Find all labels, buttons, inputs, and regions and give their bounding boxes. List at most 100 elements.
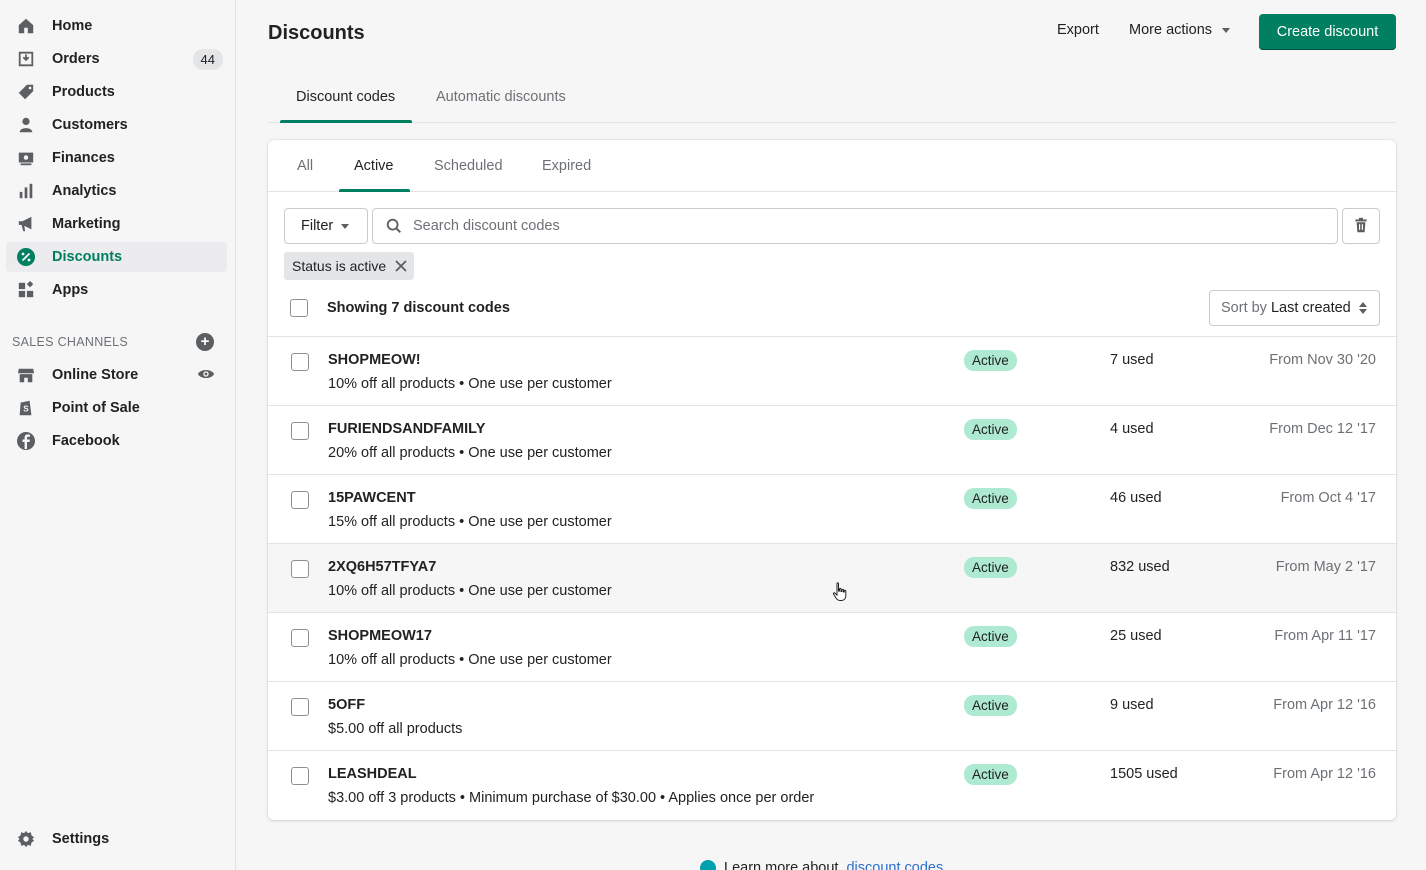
sidebar-item-label: Online Store	[52, 367, 139, 383]
table-row[interactable]: 5OFF $5.00 off all products Active 9 use…	[268, 681, 1396, 750]
table-row[interactable]: SHOPMEOW! 10% off all products • One use…	[268, 336, 1396, 405]
create-discount-button[interactable]: Create discount	[1259, 14, 1396, 50]
row-checkbox[interactable]	[291, 353, 309, 371]
tab-all[interactable]: All	[297, 158, 313, 174]
sidebar-item-analytics[interactable]: Analytics	[6, 176, 227, 206]
bar-chart-icon	[16, 181, 36, 201]
sidebar-item-label: Orders	[52, 51, 100, 67]
start-date: From May 2 '17	[1275, 559, 1376, 575]
more-actions-button[interactable]: More actions	[1129, 22, 1231, 38]
status-tabs: All Active Scheduled Expired	[268, 140, 1396, 192]
table-row[interactable]: LEASHDEAL $3.00 off 3 products • Minimum…	[268, 750, 1396, 819]
sidebar-item-facebook[interactable]: Facebook	[6, 426, 227, 456]
discount-description: $3.00 off 3 products • Minimum purchase …	[328, 790, 815, 806]
sidebar-item-label: Settings	[52, 831, 110, 847]
eye-icon[interactable]	[197, 365, 215, 386]
start-date: From Oct 4 '17	[1280, 490, 1376, 506]
results-count: Showing 7 discount codes	[327, 300, 510, 316]
discount-description: 15% off all products • One use per custo…	[328, 514, 612, 530]
sidebar-item-settings[interactable]: Settings	[6, 824, 227, 854]
sidebar-item-label: Home	[52, 18, 93, 34]
table-row[interactable]: 15PAWCENT 15% off all products • One use…	[268, 474, 1396, 543]
trash-icon	[1353, 217, 1369, 236]
sidebar-item-finances[interactable]: Finances	[6, 143, 227, 173]
row-checkbox[interactable]	[291, 560, 309, 578]
discount-code: SHOPMEOW!	[328, 352, 421, 368]
discount-code: 5OFF	[328, 697, 366, 713]
tag-icon	[16, 82, 36, 102]
sort-select[interactable]: Sort by Last created	[1209, 290, 1380, 326]
status-badge: Active	[964, 626, 1017, 647]
sidebar-item-label: Finances	[52, 150, 115, 166]
home-icon	[16, 16, 36, 36]
row-checkbox[interactable]	[291, 491, 309, 509]
sales-channels-heading: SALES CHANNELS	[12, 335, 129, 349]
table-row[interactable]: SHOPMEOW17 10% off all products • One us…	[268, 612, 1396, 681]
sidebar-item-point-of-sale[interactable]: S Point of Sale	[6, 393, 227, 423]
search-input[interactable]	[413, 218, 1313, 234]
status-badge: Active	[964, 419, 1017, 440]
sidebar-item-label: Discounts	[52, 249, 123, 265]
sidebar-item-orders[interactable]: Orders 44	[6, 44, 227, 74]
learn-more-link[interactable]: discount codes	[846, 860, 943, 870]
sidebar-item-home[interactable]: Home	[6, 11, 227, 41]
tab-discount-codes[interactable]: Discount codes	[296, 89, 395, 105]
sidebar-item-discounts[interactable]: Discounts	[6, 242, 227, 272]
filter-button[interactable]: Filter	[284, 208, 368, 244]
select-all-checkbox[interactable]	[290, 299, 308, 317]
sidebar: Home Orders 44 Products Customers Financ…	[0, 0, 236, 870]
hand-cursor-icon	[832, 582, 848, 605]
sidebar-item-label: Point of Sale	[52, 400, 140, 416]
tab-selected-indicator	[339, 189, 410, 192]
megaphone-icon	[16, 214, 36, 234]
delete-button[interactable]	[1342, 208, 1380, 244]
search-field[interactable]	[372, 208, 1338, 244]
discount-description: 20% off all products • One use per custo…	[328, 445, 612, 461]
orders-count-badge: 44	[192, 48, 223, 70]
close-icon[interactable]	[394, 259, 408, 273]
table-row[interactable]: FURIENDSANDFAMILY 20% off all products •…	[268, 405, 1396, 474]
svg-text:S: S	[23, 405, 29, 414]
discount-code: LEASHDEAL	[328, 766, 417, 782]
status-badge: Active	[964, 488, 1017, 509]
sidebar-item-online-store[interactable]: Online Store	[6, 360, 227, 390]
tab-active[interactable]: Active	[354, 158, 394, 174]
sidebar-item-label: Analytics	[52, 183, 117, 199]
discount-type-tabs: Discount codes Automatic discounts	[268, 80, 1396, 123]
discount-code: SHOPMEOW17	[328, 628, 432, 644]
sidebar-item-label: Products	[52, 84, 115, 100]
add-channel-icon[interactable]: +	[196, 333, 214, 351]
discount-code: 15PAWCENT	[328, 490, 416, 506]
export-button[interactable]: Export	[1057, 22, 1099, 38]
chevron-down-icon	[341, 223, 350, 229]
pos-icon: S	[16, 398, 36, 418]
row-checkbox[interactable]	[291, 767, 309, 785]
discount-code: 2XQ6H57TFYA7	[328, 559, 437, 575]
start-date: From Apr 11 '17	[1274, 628, 1376, 644]
usage-count: 832 used	[1110, 559, 1170, 575]
tab-selected-indicator	[280, 120, 412, 123]
usage-count: 9 used	[1110, 697, 1154, 713]
discount-code: FURIENDSANDFAMILY	[328, 421, 486, 437]
status-badge: Active	[964, 764, 1017, 785]
learn-more: Learn more about discount codes	[700, 860, 943, 870]
finances-icon	[16, 148, 36, 168]
row-checkbox[interactable]	[291, 698, 309, 716]
sidebar-item-products[interactable]: Products	[6, 77, 227, 107]
tab-automatic-discounts[interactable]: Automatic discounts	[436, 89, 566, 105]
sidebar-item-customers[interactable]: Customers	[6, 110, 227, 140]
status-badge: Active	[964, 557, 1017, 578]
filter-label: Filter	[301, 218, 334, 234]
sidebar-item-apps[interactable]: Apps	[6, 275, 227, 305]
search-icon	[385, 217, 403, 235]
tab-scheduled[interactable]: Scheduled	[434, 158, 503, 174]
facebook-icon	[16, 431, 36, 451]
tab-expired[interactable]: Expired	[542, 158, 591, 174]
sidebar-item-label: Marketing	[52, 216, 121, 232]
sidebar-item-marketing[interactable]: Marketing	[6, 209, 227, 239]
row-checkbox[interactable]	[291, 422, 309, 440]
sort-value: Last created	[1270, 300, 1351, 316]
start-date: From Apr 12 '16	[1273, 697, 1376, 713]
row-checkbox[interactable]	[291, 629, 309, 647]
status-badge: Active	[964, 350, 1017, 371]
